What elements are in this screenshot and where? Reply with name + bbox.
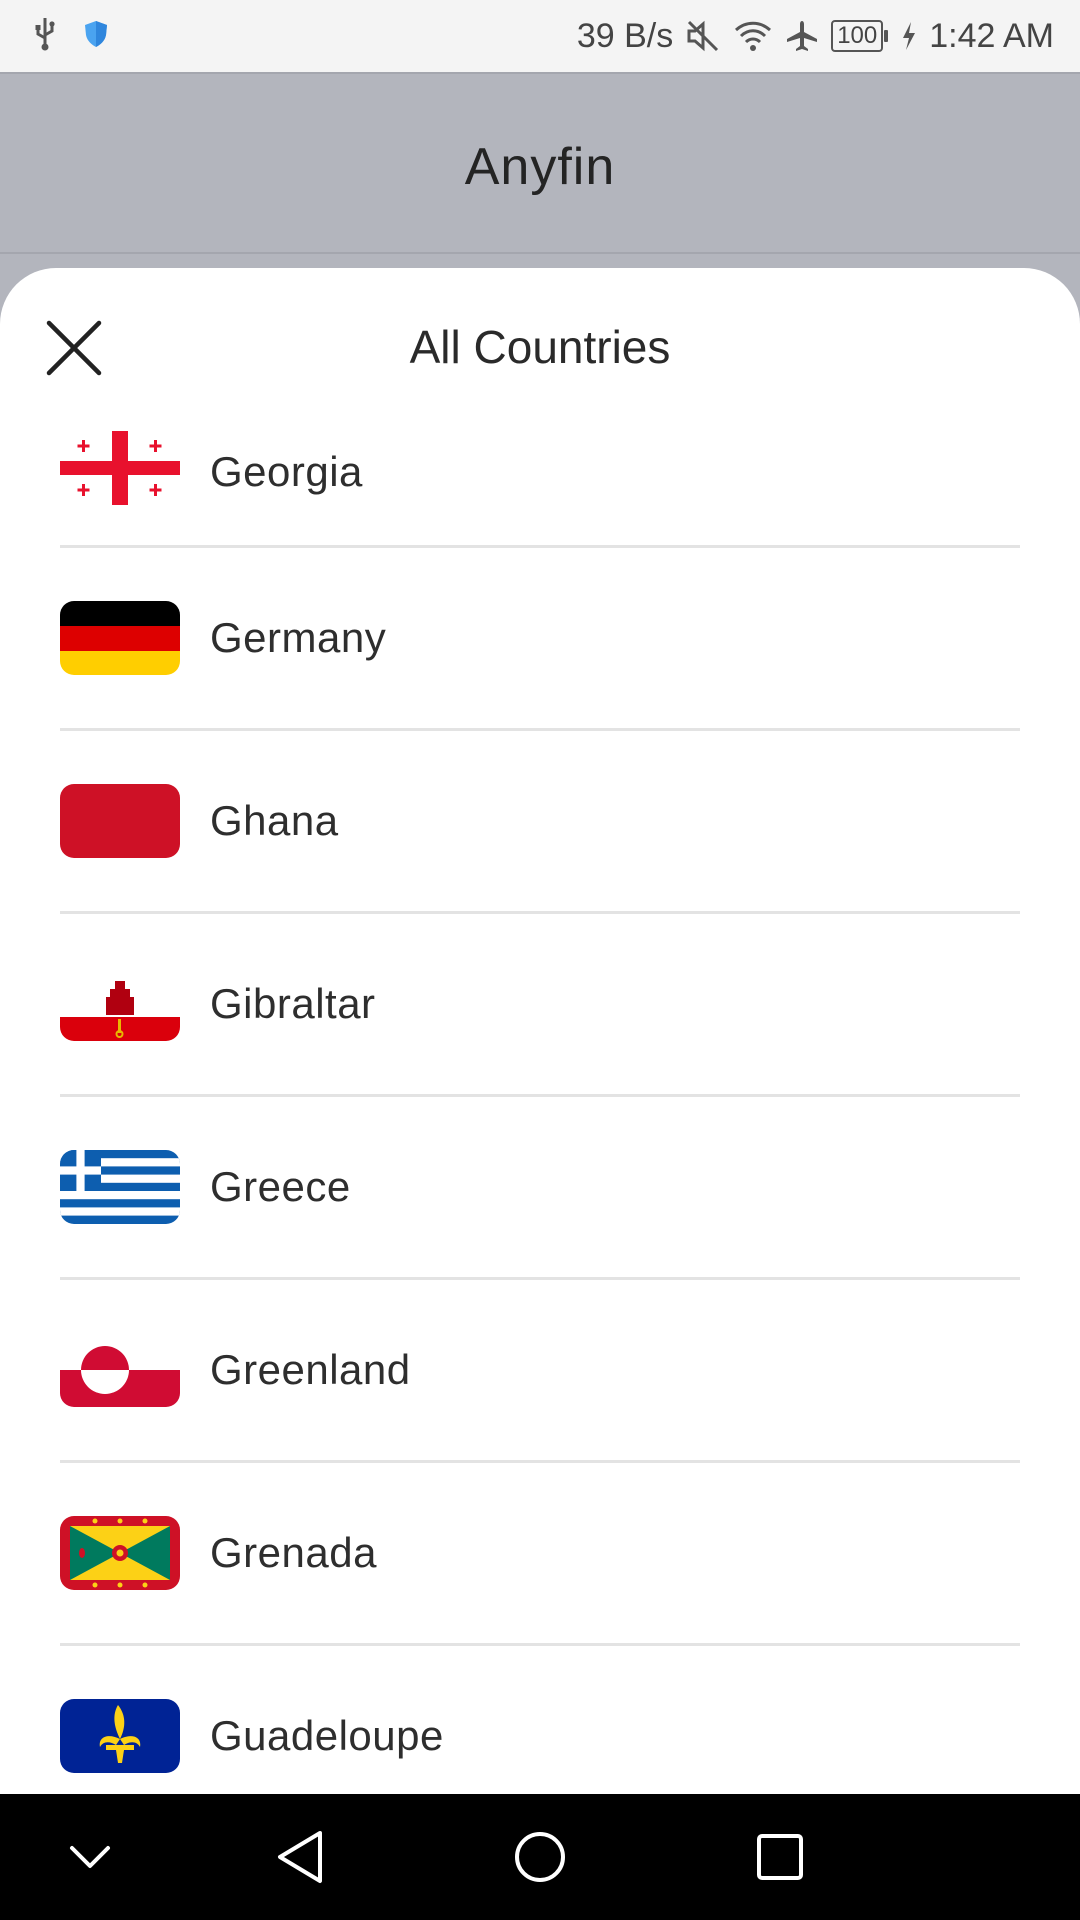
- sheet-header: All Countries: [0, 268, 1080, 414]
- country-name: Gibraltar: [210, 980, 376, 1027]
- home-button[interactable]: [480, 1794, 600, 1920]
- greenland-flag-icon: [60, 1333, 180, 1407]
- country-list[interactable]: Georgia Germany Ghana Gibraltar Greece G…: [0, 398, 1080, 1794]
- status-bar: 39 B/s 100 1:42 AM: [0, 0, 1080, 72]
- country-name: Grenada: [210, 1529, 377, 1576]
- battery-icon: 100: [831, 20, 889, 52]
- sheet-title: All Countries: [409, 321, 671, 373]
- germany-flag-icon: [60, 601, 180, 675]
- usb-icon: [32, 16, 58, 57]
- shield-icon: [84, 20, 108, 53]
- net-speed: 39 B/s: [576, 16, 674, 55]
- chevron-down-icon: [70, 1846, 110, 1868]
- country-picker-sheet: All Countries Georgia Germany Ghana Gibr…: [0, 268, 1080, 1794]
- list-item[interactable]: Guadeloupe: [60, 1646, 1020, 1794]
- guadeloupe-flag-icon: [60, 1699, 180, 1773]
- list-item[interactable]: Ghana: [60, 731, 1020, 914]
- system-nav-bar: [0, 1794, 1080, 1920]
- greece-flag-icon: [60, 1150, 180, 1224]
- list-item[interactable]: Greenland: [60, 1280, 1020, 1463]
- home-icon: [515, 1832, 565, 1882]
- country-name: Georgia: [210, 447, 363, 495]
- list-item[interactable]: Georgia: [60, 398, 1020, 548]
- app-title: Anyfin: [464, 138, 616, 196]
- georgia-flag-icon: [60, 430, 180, 505]
- clock: 1:42 AM: [929, 16, 1054, 55]
- back-icon: [278, 1831, 322, 1883]
- recents-icon: [757, 1834, 803, 1880]
- country-name: Guadeloupe: [210, 1712, 444, 1759]
- grenada-flag-icon: [60, 1516, 180, 1590]
- back-button[interactable]: [240, 1794, 360, 1920]
- app-bar: Anyfin: [0, 72, 1080, 254]
- country-name: Greece: [210, 1163, 351, 1210]
- charging-icon: [901, 21, 917, 51]
- gibraltar-flag-icon: [60, 967, 180, 1041]
- country-name: Ghana: [210, 797, 339, 844]
- list-item[interactable]: Germany: [60, 548, 1020, 731]
- hide-keyboard-button[interactable]: [30, 1794, 150, 1920]
- country-name: Germany: [210, 614, 387, 661]
- country-name: Greenland: [210, 1346, 411, 1393]
- mute-icon: [685, 18, 721, 54]
- list-item[interactable]: Greece: [60, 1097, 1020, 1280]
- list-item[interactable]: Gibraltar: [60, 914, 1020, 1097]
- recents-button[interactable]: [720, 1794, 840, 1920]
- airplane-icon: [785, 19, 819, 53]
- list-item[interactable]: Grenada: [60, 1463, 1020, 1646]
- wifi-icon: [733, 19, 773, 53]
- ghana-flag-icon: [60, 784, 180, 858]
